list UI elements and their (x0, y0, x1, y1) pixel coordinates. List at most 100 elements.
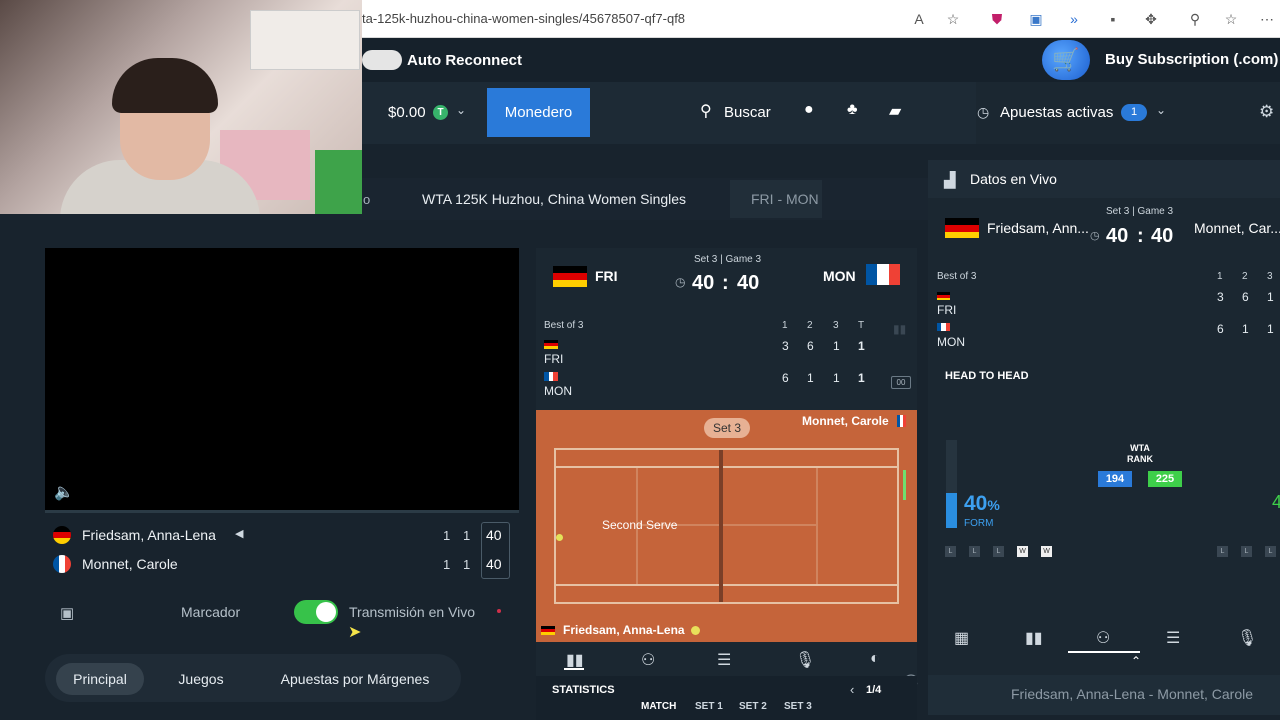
live-away-points: 40 (1151, 225, 1174, 247)
stats-bars-icon[interactable]: ▮▮ (893, 322, 906, 336)
stats-tab-set1[interactable]: SET 1 (695, 701, 723, 712)
set-cell: 1 (1242, 322, 1249, 336)
away-points: 40 (737, 272, 760, 294)
active-tab-underline (564, 668, 584, 670)
head-to-head-icon[interactable]: ⚇ (641, 650, 655, 670)
set-cell: 1 (833, 339, 840, 353)
url-text[interactable]: ta-125k-huzhou-china-women-singles/45678… (362, 11, 685, 26)
breadcrumb-partial[interactable]: o (363, 192, 370, 207)
read-aloud-icon[interactable]: A (910, 10, 928, 28)
germany-flag-icon (553, 266, 587, 287)
stats-chart-icon[interactable]: ▮▮ (566, 650, 584, 670)
puzzle-extension-icon[interactable]: ✥ (1142, 10, 1160, 28)
germany-flag-icon (544, 340, 558, 349)
scoreboard-icon[interactable]: ▦ (954, 628, 969, 648)
chart-icon: ▟ (944, 172, 956, 189)
tab-juegos[interactable]: Juegos (166, 663, 236, 695)
germany-flag-icon (937, 292, 950, 300)
buy-subscription-link[interactable]: Buy Subscription (.com) (1105, 51, 1278, 68)
player-name: Monnet, Carole (82, 556, 178, 572)
live-set-game: Set 3 | Game 3 (1106, 206, 1174, 217)
screenshot-extension-icon[interactable]: ▣ (1027, 10, 1045, 28)
player-name: Friedsam, Anna-Lena (82, 527, 216, 543)
set-cell: 1 (833, 371, 840, 385)
live-stream-label[interactable]: Transmisión en Vivo (349, 604, 475, 620)
form-away-list: L L L (1217, 546, 1276, 557)
list-icon[interactable]: ☰ (717, 650, 731, 670)
stats-chart-icon[interactable]: ▮▮ (1025, 628, 1043, 648)
row-abbr: MON (544, 384, 572, 398)
chevron-down-icon[interactable]: ⌄ (1156, 103, 1166, 117)
microphone-icon[interactable]: 🎙 (1237, 628, 1257, 648)
video-progress-bar[interactable] (45, 510, 519, 513)
home-points: 40 (692, 272, 715, 294)
set-cell: 1 (807, 371, 814, 385)
col-header: 3 (833, 320, 839, 331)
video-player[interactable] (45, 248, 519, 510)
search-icon[interactable]: ⚲ (700, 101, 712, 121)
row-abbr: FRI (544, 352, 564, 366)
scoreboard-label[interactable]: Marcador (181, 604, 240, 620)
ball-marker (556, 534, 563, 541)
statistics-title: STATISTICS (552, 684, 615, 696)
set-cell: 1 (1267, 322, 1274, 336)
shield-extension-icon[interactable]: ⛊ (988, 10, 1006, 28)
translate-extension-icon[interactable]: » (1065, 10, 1083, 28)
chevron-up-icon[interactable]: ⌃ (1131, 654, 1141, 668)
wallet-button[interactable]: Monedero (487, 88, 590, 137)
active-bets-label[interactable]: Apuestas activas (1000, 104, 1113, 121)
profile-extension-icon[interactable]: ⚲ (1186, 10, 1204, 28)
balance-value[interactable]: $0.00 (388, 104, 426, 121)
stats-page: 1/4 (866, 684, 882, 696)
rank-label: WTA RANK (1127, 443, 1153, 465)
set-score: 1 (443, 528, 451, 543)
player-position-marker (903, 470, 906, 500)
collections-icon[interactable]: ☆ (1222, 10, 1240, 28)
favorite-star-icon[interactable]: ☆ (944, 10, 962, 28)
scoreboard-toggle-icon[interactable]: 00 (891, 376, 911, 389)
stats-tab-set3[interactable]: SET 3 (784, 701, 812, 712)
best-of-label: Best of 3 (937, 271, 977, 282)
france-flag-icon (544, 372, 559, 381)
set-cell: 6 (782, 371, 789, 385)
form-bar-fill (946, 493, 957, 528)
set-cell: 3 (1217, 290, 1224, 304)
chat-icon[interactable]: ▰ (889, 101, 901, 121)
extension-badge-icon[interactable]: ▪ (1104, 10, 1122, 28)
tab-principal[interactable]: Principal (56, 663, 144, 695)
auto-reconnect-toggle[interactable] (362, 50, 402, 70)
stats-tab-set2[interactable]: SET 2 (739, 701, 767, 712)
scoreboard-icon[interactable]: ▣ (60, 604, 74, 622)
tab-margins[interactable]: Apuestas por Márgenes (262, 663, 448, 695)
set-score: 1 (463, 557, 471, 572)
col-header: 1 (1217, 271, 1223, 282)
form-unit: % (987, 497, 1000, 513)
cart-icon[interactable]: 🛒 (1042, 40, 1090, 80)
head-to-head-icon[interactable]: ⚇ (1096, 628, 1110, 648)
gear-icon[interactable]: ⚙ (1259, 102, 1274, 122)
rank-label-line: RANK (1127, 454, 1153, 464)
breadcrumb-tournament[interactable]: WTA 125K Huzhou, China Women Singles (422, 191, 686, 207)
clock-icon: ◷ (977, 104, 990, 120)
search-label[interactable]: Buscar (724, 104, 771, 121)
toggle-knob (316, 602, 336, 622)
form-result: L (1265, 546, 1276, 557)
home-abbr: FRI (595, 268, 618, 284)
chevron-left-icon[interactable]: ‹ (850, 682, 854, 697)
form-result: L (993, 546, 1004, 557)
serving-indicator-icon: ◀ (235, 528, 244, 540)
france-flag-icon (897, 415, 906, 427)
total-cell: 1 (858, 371, 865, 385)
chevron-down-icon[interactable]: ⌄ (456, 103, 466, 117)
set-cell: 6 (1242, 290, 1249, 304)
user-icon[interactable]: ● (804, 101, 814, 119)
tennis-ball-icon[interactable]: ◐ (870, 650, 880, 668)
speaker-icon[interactable]: 🔈 (54, 482, 74, 502)
microphone-icon[interactable]: 🎙 (795, 650, 815, 670)
h2h-title: HEAD TO HEAD (945, 370, 1029, 382)
more-icon[interactable]: ⋯ (1258, 10, 1276, 28)
list-icon[interactable]: ☰ (1166, 628, 1180, 648)
notifications-icon[interactable]: ♣ (847, 101, 858, 119)
stats-tab-match[interactable]: MATCH (641, 701, 676, 712)
match-footer-title: Friedsam, Anna-Lena - Monnet, Carole (1011, 686, 1254, 702)
